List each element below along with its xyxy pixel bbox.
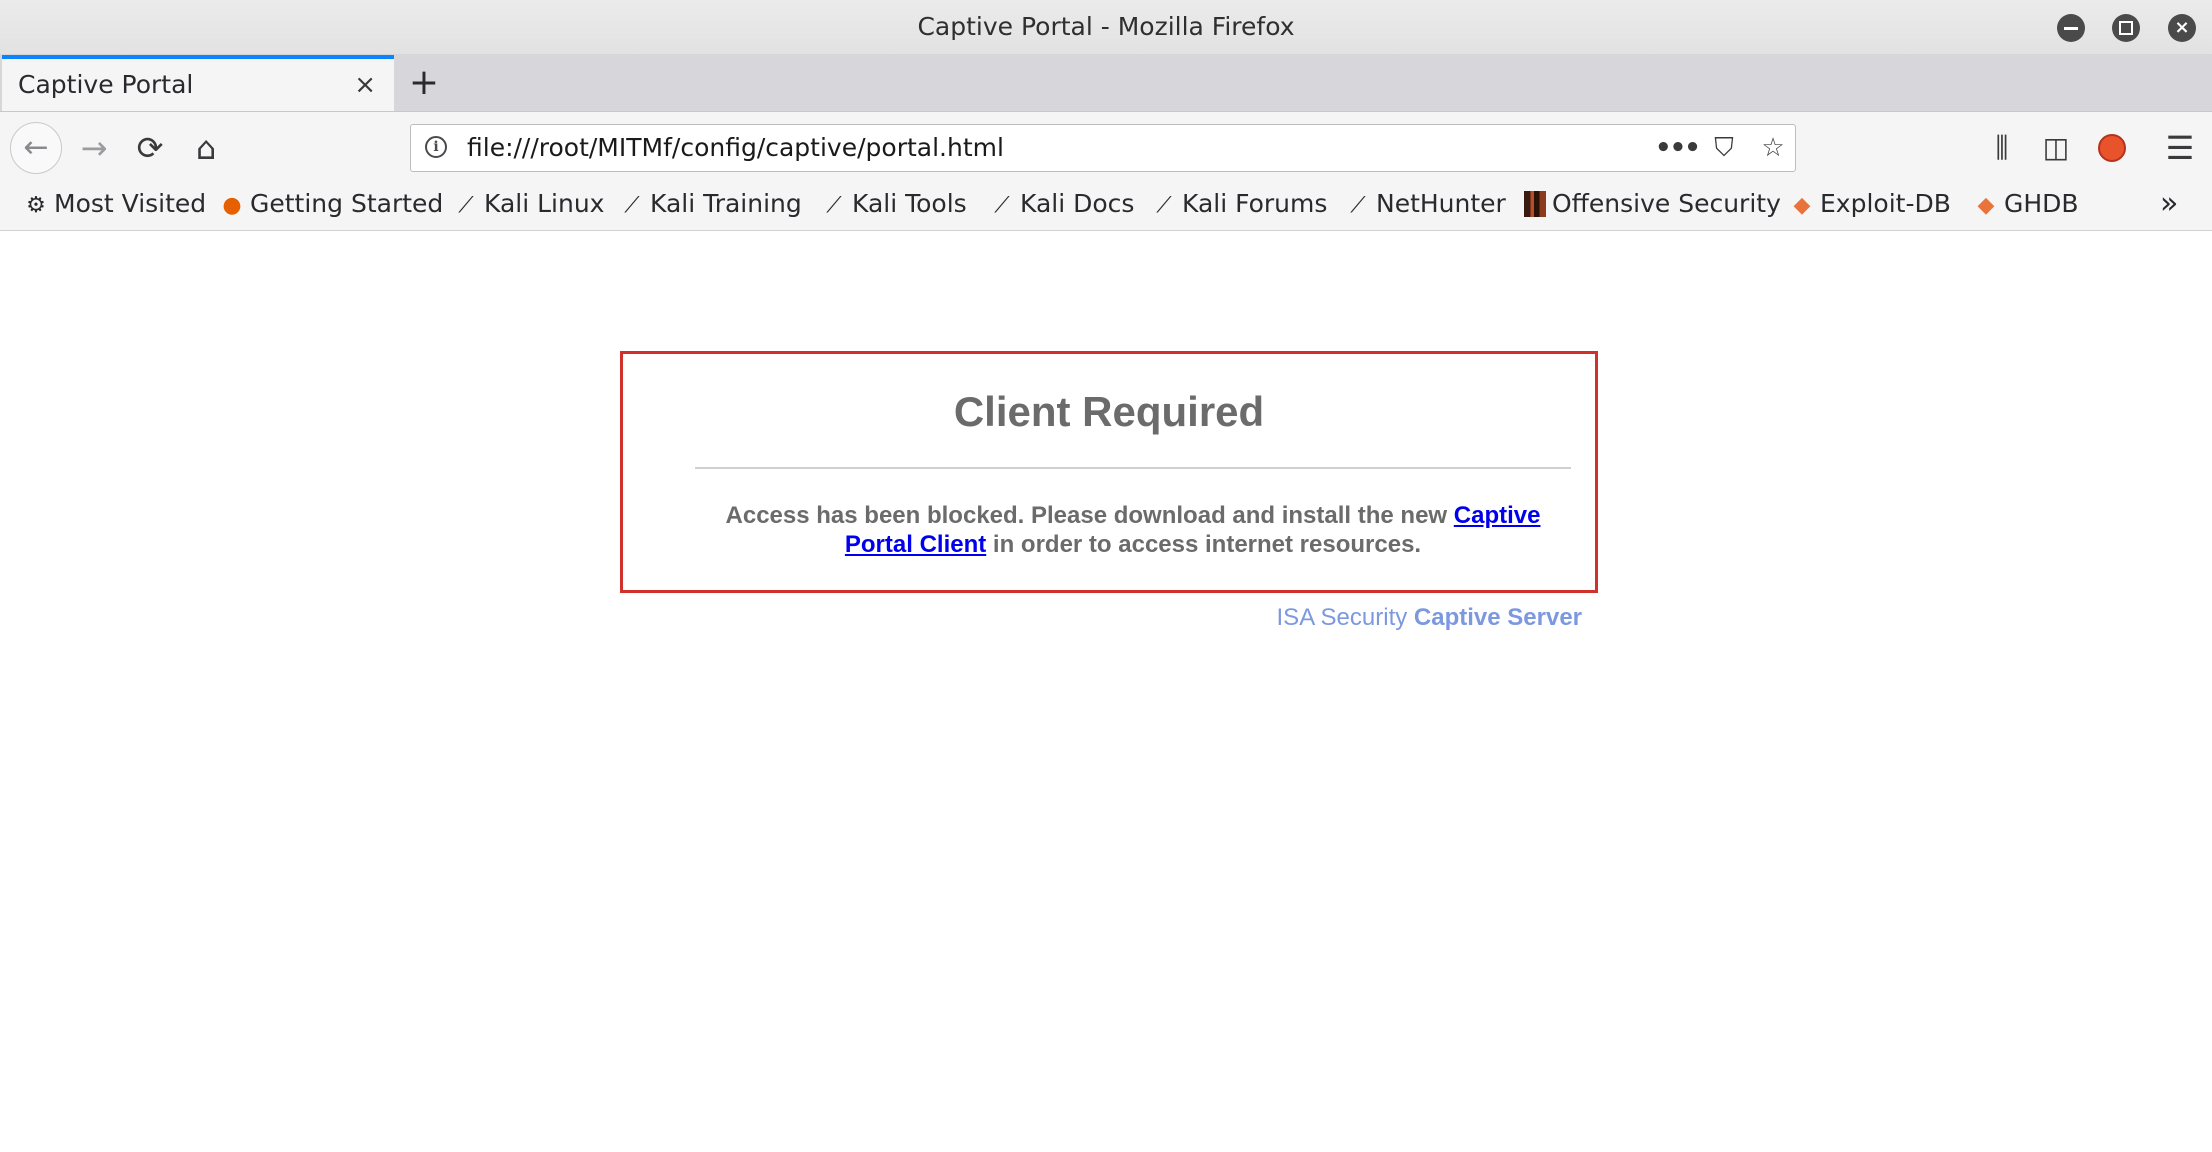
sidebar-button[interactable]: ◫ [2034,126,2078,170]
hamburger-menu-icon: ☰ [2165,129,2195,167]
portal-notice-box: Client Required Access has been blocked.… [620,351,1598,593]
kali-dragon-icon: ⟋ [994,193,1010,218]
bookmark-kali-linux[interactable]: ⟋ Kali Linux [454,184,604,224]
bookmark-label: Getting Started [250,189,444,218]
reload-icon: ⟳ [136,129,164,167]
maximize-button[interactable] [2112,14,2140,42]
bookmark-most-visited[interactable]: ⚙ Most Visited [24,184,206,224]
bookmark-kali-training[interactable]: ⟋ Kali Training [620,184,802,224]
tab-label: Captive Portal [18,70,194,99]
bookmark-label: Kali Linux [484,189,605,218]
bookmark-label: Kali Forums [1182,189,1328,218]
footer-prefix: ISA Security [1276,604,1414,631]
bookmark-kali-forums[interactable]: ⟋ Kali Forums [1152,184,1327,224]
bookmark-label: Kali Tools [852,189,967,218]
bookmark-offensive-security[interactable]: Offensive Security [1524,184,1781,224]
close-tab-icon[interactable]: × [354,59,376,111]
bookmark-nethunter[interactable]: ⟋ NetHunter [1346,184,1506,224]
kali-dragon-icon: ⟋ [458,193,474,218]
sidebar-icon: ◫ [2042,131,2070,164]
portal-footer: ISA Security Captive Server [900,604,1582,632]
exploit-db-icon: ◆ [1977,193,1995,218]
kali-dragon-icon: ⟋ [1350,193,1366,218]
noscript-icon [2098,134,2126,162]
forward-button[interactable]: → [72,126,116,170]
message-text-start: Access has been blocked. Please download… [725,502,1454,529]
firefox-icon: ● [222,193,242,218]
minimize-button[interactable] [2057,14,2085,42]
minimize-icon [2064,27,2078,30]
menu-button[interactable]: ☰ [2158,126,2202,170]
tab-strip: Captive Portal × + [0,55,2212,112]
close-window-button[interactable]: × [2168,14,2196,42]
url-input[interactable]: file:///root/MITMf/config/captive/portal… [467,125,1004,171]
reload-button[interactable]: ⟳ [128,126,172,170]
close-icon: × [2174,17,2190,38]
portal-heading: Client Required [953,388,1265,435]
back-arrow-icon: ← [23,130,49,165]
back-button[interactable]: ← [10,122,62,174]
bookmark-label: Kali Docs [1020,189,1135,218]
noscript-button[interactable] [2090,126,2134,170]
window-title: Captive Portal - Mozilla Firefox [917,12,1295,41]
firefox-window: Captive Portal - Mozilla Firefox × Capti… [0,0,2212,1152]
library-icon: ⫼ [1995,131,2009,164]
home-icon: ⌂ [195,129,217,167]
bookmark-label: Kali Training [650,189,802,218]
bookmark-ghdb[interactable]: ◆ GHDB [1974,184,2079,224]
kali-dragon-icon: ⟋ [1156,193,1172,218]
navigation-toolbar: ← → ⟳ ⌂ i file:///root/MITMf/config/capt… [0,112,2212,184]
portal-message: Access has been blocked. Please download… [695,501,1571,559]
bookmark-kali-tools[interactable]: ⟋ Kali Tools [822,184,967,224]
page-actions-icon[interactable]: ••• [1655,125,1701,171]
site-info-icon[interactable]: i [425,136,447,158]
forward-arrow-icon: → [80,129,108,167]
pocket-icon[interactable]: ⛉ [1704,125,1744,171]
bookmarks-overflow-icon[interactable]: » [2160,184,2178,224]
offsec-icon [1524,191,1546,217]
new-tab-button[interactable]: + [404,55,444,111]
bookmark-label: Most Visited [54,189,207,218]
bookmark-star-icon[interactable]: ☆ [1753,125,1793,171]
kali-dragon-icon: ⟋ [826,193,842,218]
page-content: Client Required Access has been blocked.… [0,231,2212,1152]
kali-dragon-icon: ⟋ [624,193,640,218]
divider [695,467,1571,469]
library-button[interactable]: ⫼ [1980,126,2024,170]
bookmarks-toolbar: ⚙ Most Visited ● Getting Started ⟋ Kali Lin… [0,184,2212,231]
url-bar[interactable]: i file:///root/MITMf/config/captive/port… [410,124,1796,172]
bookmark-label: GHDB [2004,189,2079,218]
bookmark-label: Offensive Security [1552,189,1781,218]
maximize-icon [2119,21,2133,35]
title-bar: Captive Portal - Mozilla Firefox × [0,0,2212,55]
message-text-end: in order to access internet resources. [986,531,1422,558]
bookmark-label: NetHunter [1376,189,1506,218]
tab-captive-portal[interactable]: Captive Portal × [2,55,394,111]
exploit-db-icon: ◆ [1793,193,1811,218]
bookmark-label: Exploit-DB [1820,189,1951,218]
home-button[interactable]: ⌂ [184,126,228,170]
footer-server-name: Captive Server [1413,604,1582,631]
bookmark-getting-started[interactable]: ● Getting Started [220,184,443,224]
gear-icon: ⚙ [26,193,46,218]
bookmark-exploit-db[interactable]: ◆ Exploit-DB [1790,184,1951,224]
bookmark-kali-docs[interactable]: ⟋ Kali Docs [990,184,1134,224]
